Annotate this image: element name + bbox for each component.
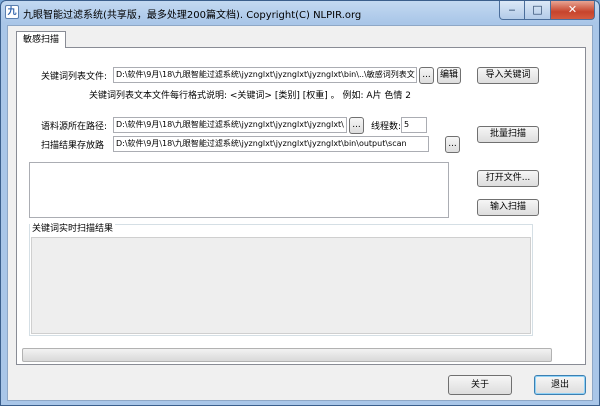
tab-panel: 关键词列表文件: D:\软件\9月\18\九眼智能过滤系统\jyznglxt\j… — [16, 47, 586, 365]
realtime-results-group: 关键词实时扫描结果 — [29, 224, 533, 336]
corpus-path-label: 语料源所在路径: — [41, 122, 108, 132]
app-logo-icon: 九 — [5, 5, 19, 19]
output-path-browse-button[interactable]: ... — [445, 136, 460, 153]
scan-text-input[interactable] — [29, 162, 449, 218]
minimize-icon: ‒ — [508, 3, 516, 16]
close-icon: ✕ — [567, 3, 578, 16]
maximize-icon: □ — [532, 3, 543, 16]
minimize-button[interactable]: ‒ — [499, 1, 525, 20]
thread-count-input[interactable]: 5 — [401, 117, 427, 133]
output-path-label: 扫描结果存放路 — [41, 141, 105, 151]
import-keywords-button[interactable]: 导入关键词 — [477, 67, 539, 84]
keyword-list-path-input[interactable]: D:\软件\9月\18\九眼智能过滤系统\jyznglxt\jyznglxt\j… — [113, 67, 417, 83]
corpus-path-browse-button[interactable]: ... — [349, 117, 364, 134]
main-window: 九 九眼智能过滤系统(共享版，最多处理200篇文档). Copyright(C)… — [0, 0, 600, 406]
window-title: 九眼智能过滤系统(共享版，最多处理200篇文档). Copyright(C) N… — [23, 10, 362, 21]
window-controls: ‒ □ ✕ — [499, 1, 595, 20]
client-area: 敏感扫描 关键词列表文件: D:\软件\9月\18\九眼智能过滤系统\jyzng… — [7, 25, 593, 401]
batch-scan-button[interactable]: 批量扫描 — [477, 126, 539, 143]
corpus-path-input[interactable]: D:\软件\9月\18\九眼智能过滤系统\jyznglxt\jyznglxt\j… — [113, 117, 347, 133]
maximize-button[interactable]: □ — [525, 1, 551, 20]
output-path-input[interactable]: D:\软件\9月\18\九眼智能过滤系统\jyznglxt\jyznglxt\j… — [113, 136, 429, 152]
realtime-results-area[interactable] — [31, 237, 531, 334]
tab-sensitive-scan[interactable]: 敏感扫描 — [16, 31, 67, 48]
exit-button[interactable]: 退出 — [534, 375, 586, 395]
close-button[interactable]: ✕ — [551, 1, 595, 20]
realtime-results-title: 关键词实时扫描结果 — [30, 224, 116, 234]
keyword-format-hint: 关键词列表文本文件每行格式说明: <关键词> [类别] [权重] 。 例如: A… — [89, 91, 411, 101]
input-scan-button[interactable]: 输入扫描 — [477, 199, 539, 216]
keyword-list-label: 关键词列表文件: — [41, 72, 108, 82]
scan-progress-bar — [22, 348, 552, 362]
keyword-list-edit-button[interactable]: 编辑 — [437, 67, 461, 84]
title-bar[interactable]: 九 九眼智能过滤系统(共享版，最多处理200篇文档). Copyright(C)… — [1, 1, 599, 25]
thread-count-label: 线程数: — [371, 122, 402, 132]
open-file-button[interactable]: 打开文件... — [477, 170, 539, 187]
keyword-list-browse-button[interactable]: ... — [419, 67, 434, 84]
about-button[interactable]: 关于 — [448, 375, 512, 395]
